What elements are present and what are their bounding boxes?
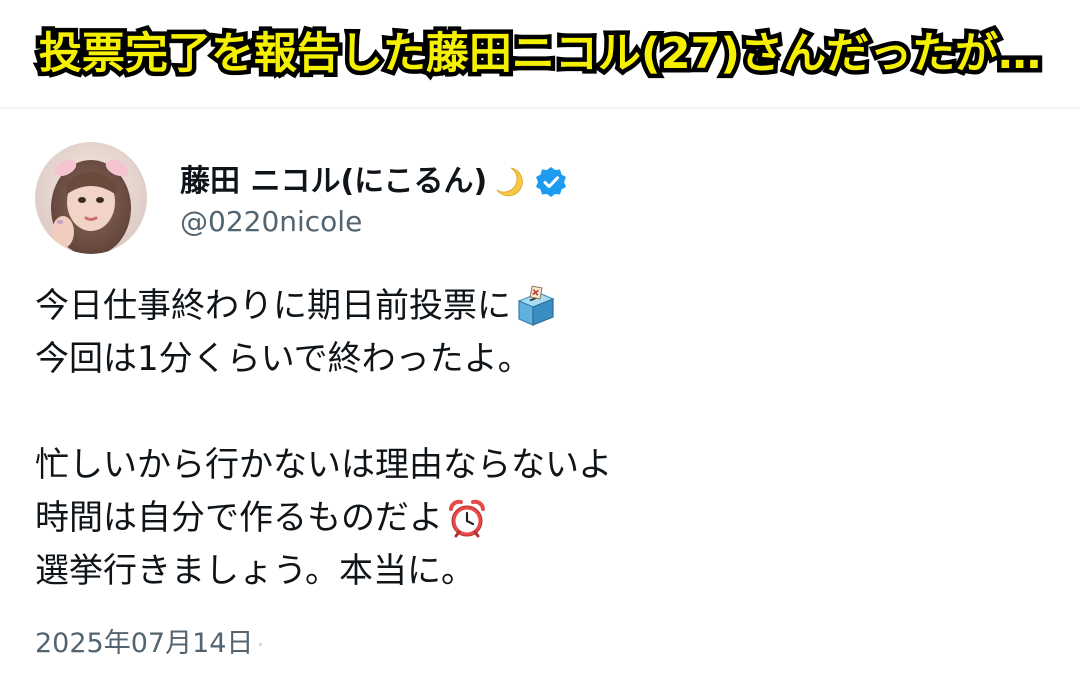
avatar-image (35, 142, 147, 254)
tweet-timestamp[interactable]: 2025年07月14日 (35, 624, 263, 664)
headline-banner: 投票完了を報告した藤田ニコル(27)さんだったが… (0, 0, 1080, 106)
author-name-row: 藤田 ニコル(にこるん) (180, 160, 567, 204)
headline-caption: 投票完了を報告した藤田ニコル(27)さんだったが… (34, 25, 1045, 84)
tweet-line: 今日仕事終わりに期日前投票に (35, 280, 1055, 333)
author-handle[interactable]: @0220nicole (180, 202, 362, 242)
tweet-line-text: 時間は自分で作るものだよ (35, 498, 443, 538)
verified-badge-icon (535, 166, 567, 198)
tweet-line-text: 選挙行きましょう。本当に。 (35, 551, 475, 591)
tweet-line: 忙しいから行かないは理由ならないよ (35, 439, 1055, 492)
tweet-line: 時間は自分で作るものだよ (35, 492, 1055, 545)
separator-dot (259, 643, 263, 646)
divider (0, 107, 1080, 109)
avatar[interactable] (35, 142, 147, 254)
tweet-line-text: 今回は1分くらいで終わったよ。 (35, 339, 532, 379)
ballot-box-icon (513, 285, 557, 329)
tweet-line: 選挙行きましょう。本当に。 (35, 545, 1055, 598)
tweet-text: 今日仕事終わりに期日前投票に 今回は1分くらいで終わったよ。 忙しいから行かない… (35, 280, 1055, 598)
tweet-line-text: 今日仕事終わりに期日前投票に (35, 286, 511, 326)
author-display-name[interactable]: 藤田 ニコル(にこるん) (180, 160, 487, 204)
tweet-line: 今回は1分くらいで終わったよ。 (35, 333, 1055, 386)
alarm-clock-icon (445, 497, 489, 541)
timestamp-text: 2025年07月14日 (35, 628, 254, 659)
tweet-line-text: 忙しいから行かないは理由ならないよ (35, 445, 613, 485)
crescent-moon-icon (491, 165, 525, 199)
